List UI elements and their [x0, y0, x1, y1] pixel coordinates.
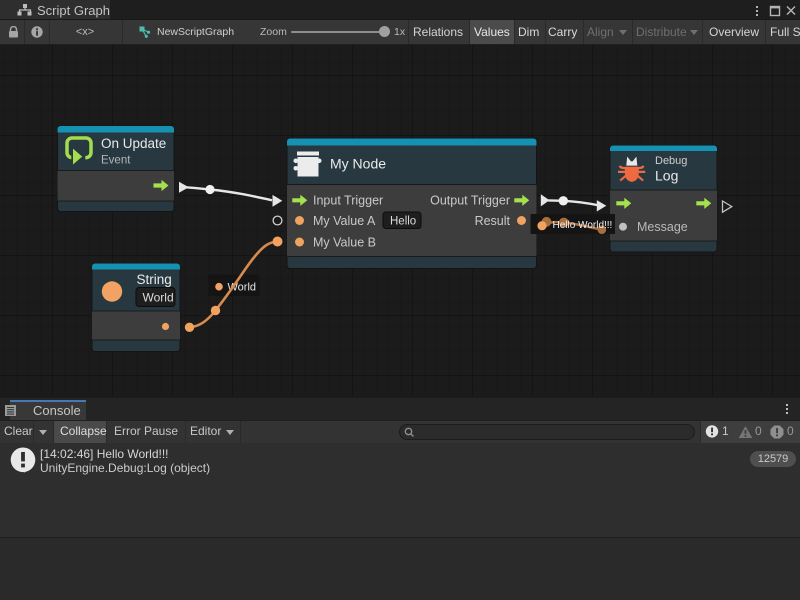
- svg-text:Hello: Hello: [390, 215, 416, 227]
- svg-text:Event: Event: [101, 155, 131, 167]
- svg-text:My Node: My Node: [330, 156, 386, 172]
- svg-text:Debug: Debug: [655, 155, 687, 167]
- svg-text:String: String: [137, 272, 172, 287]
- svg-text:My Value A: My Value A: [313, 214, 376, 228]
- svg-text:Input Trigger: Input Trigger: [313, 194, 383, 208]
- svg-text:Log: Log: [655, 168, 678, 184]
- svg-text:Hello World!!!: Hello World!!!: [553, 220, 613, 231]
- svg-text:Message: Message: [637, 220, 688, 234]
- svg-text:On Update: On Update: [101, 136, 166, 151]
- svg-text:My Value B: My Value B: [313, 235, 376, 249]
- svg-text:Result: Result: [475, 214, 511, 228]
- svg-text:World: World: [143, 290, 174, 304]
- svg-text:Output Trigger: Output Trigger: [430, 194, 510, 208]
